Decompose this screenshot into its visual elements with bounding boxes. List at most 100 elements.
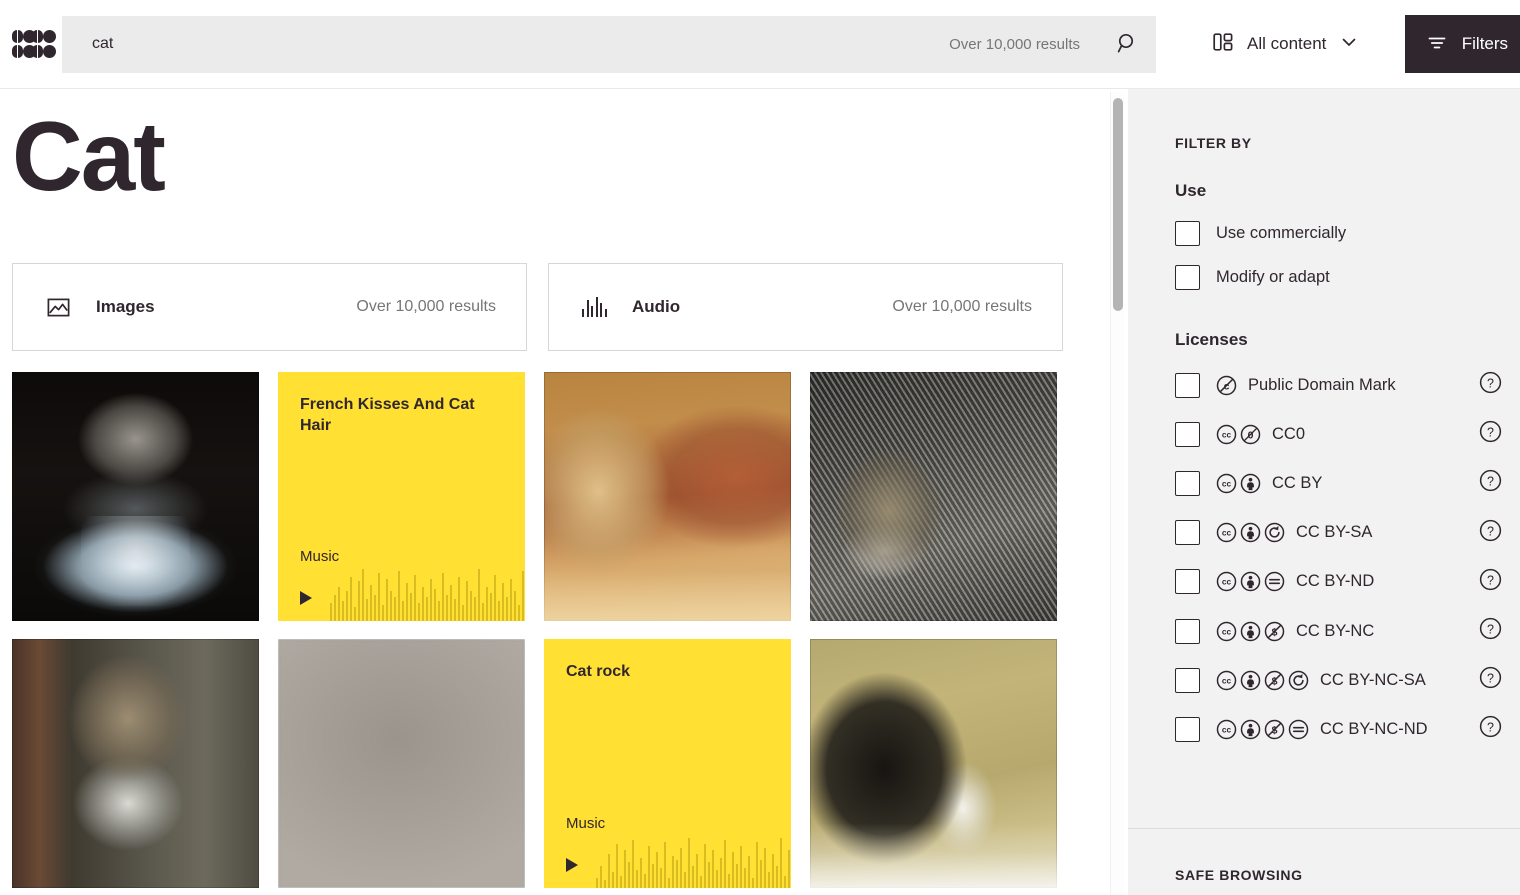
license-name: CC0 — [1272, 424, 1306, 443]
license-help-icon[interactable]: ? — [1479, 715, 1502, 743]
svg-text:cc: cc — [1222, 675, 1232, 685]
license-help-icon[interactable]: ? — [1479, 519, 1502, 547]
license-help-icon[interactable]: ? — [1479, 666, 1502, 694]
chevron-down-icon — [1339, 32, 1359, 57]
results-scrollbar[interactable] — [1110, 92, 1124, 895]
checkbox[interactable] — [1175, 470, 1200, 496]
license-cc-icon: cc — [1216, 522, 1237, 543]
license-badges: cc — [1216, 522, 1285, 543]
license-filter-row[interactable]: c Public Domain Mark? — [1175, 371, 1520, 399]
checkbox[interactable] — [1175, 520, 1200, 546]
svg-text:?: ? — [1487, 721, 1494, 735]
license-filter-row[interactable]: cc 0 CC0? — [1175, 421, 1520, 447]
image-result-card[interactable] — [810, 639, 1057, 888]
license-badges: c — [1216, 375, 1237, 396]
search-results-region: Cat Images Over 10,000 results Audio Ove… — [0, 89, 1108, 895]
license-badges: cc — [1216, 473, 1261, 494]
search-icon — [1116, 32, 1138, 57]
license-by-icon — [1240, 670, 1261, 691]
license-filter-row[interactable]: cc CC BY? — [1175, 470, 1520, 496]
license-help-icon[interactable]: ? — [1479, 469, 1502, 497]
license-nc-icon: $ — [1264, 670, 1285, 691]
license-name: Public Domain Mark — [1248, 375, 1396, 394]
license-name: CC BY-NC — [1296, 621, 1375, 640]
license-badges: cc $ — [1216, 719, 1309, 740]
search-bar: Over 10,000 results — [62, 15, 1156, 73]
license-help-icon[interactable]: ? — [1479, 568, 1502, 596]
license-badges: cc $ — [1216, 621, 1285, 642]
image-result-card[interactable] — [12, 639, 259, 888]
license-filter-row[interactable]: cc $ CC BY-NC-SA? — [1175, 667, 1520, 693]
audio-waveform[interactable] — [596, 826, 791, 888]
content-type-switcher[interactable]: All content — [1204, 14, 1367, 74]
license-sa-icon — [1288, 670, 1309, 691]
image-result-card[interactable] — [544, 372, 791, 621]
audio-title: Cat rock — [566, 663, 631, 680]
image-result-card[interactable] — [12, 372, 259, 621]
audio-waveform[interactable] — [330, 559, 525, 621]
image-result-card[interactable] — [278, 639, 525, 888]
use-filter-row[interactable]: Modify or adapt — [1175, 264, 1495, 290]
audio-result-card[interactable]: Cat rock Music — [544, 639, 791, 888]
license-filter-row[interactable]: cc $ CC BY-NC-ND? — [1175, 716, 1520, 742]
license-badges: cc $ — [1216, 670, 1309, 691]
filters-sidebar: FILTER BY Use Use commercially Modify or … — [1128, 89, 1520, 895]
search-submit-button[interactable] — [1098, 17, 1156, 72]
image-thumbnail — [810, 639, 1057, 888]
checkbox[interactable] — [1175, 220, 1200, 246]
use-filter-row[interactable]: Use commercially — [1175, 220, 1495, 246]
checkbox[interactable] — [1175, 372, 1200, 398]
audio-card-body: Cat rock Music — [544, 639, 791, 888]
filter-by-heading: FILTER BY — [1175, 135, 1252, 151]
svg-text:?: ? — [1487, 622, 1494, 636]
checkbox[interactable] — [1175, 569, 1200, 595]
audio-play-button[interactable] — [300, 591, 312, 605]
licenses-group-title: Licenses — [1175, 330, 1248, 349]
license-help-icon[interactable]: ? — [1479, 420, 1502, 448]
license-name: CC BY-NC-ND — [1320, 719, 1428, 738]
license-badges: cc 0 — [1216, 424, 1261, 445]
audio-summary-card[interactable]: Audio Over 10,000 results — [548, 263, 1063, 351]
license-filter-row[interactable]: cc $ CC BY-NC? — [1175, 617, 1520, 645]
images-summary-count: Over 10,000 results — [356, 298, 496, 315]
openverse-logo-icon — [12, 30, 56, 58]
checkbox[interactable] — [1175, 618, 1200, 644]
image-thumbnail — [12, 372, 259, 621]
checkbox[interactable] — [1175, 421, 1200, 447]
license-cc-icon: cc — [1216, 670, 1237, 691]
image-result-card[interactable] — [810, 372, 1057, 621]
checkbox[interactable] — [1175, 667, 1200, 693]
svg-text:?: ? — [1487, 376, 1494, 390]
license-zero-icon: 0 — [1240, 424, 1261, 445]
svg-text:cc: cc — [1222, 478, 1232, 488]
audio-card-body: French Kisses And Cat Hair Music — [278, 372, 525, 621]
checkbox[interactable] — [1175, 264, 1200, 290]
use-filter-label: Modify or adapt — [1216, 267, 1330, 286]
images-summary-card[interactable]: Images Over 10,000 results — [12, 263, 527, 351]
license-filter-row[interactable]: cc CC BY-ND? — [1175, 568, 1520, 596]
openverse-logo[interactable] — [0, 0, 62, 88]
audio-waveform-icon — [582, 297, 608, 317]
audio-result-card[interactable]: French Kisses And Cat Hair Music — [278, 372, 525, 621]
checkbox[interactable] — [1175, 716, 1200, 742]
content-type-icon — [1212, 31, 1234, 58]
svg-text:0: 0 — [1248, 429, 1254, 441]
license-cc-icon: cc — [1216, 473, 1237, 494]
license-filter-row[interactable]: cc CC BY-SA? — [1175, 519, 1520, 547]
license-nd-icon — [1264, 571, 1285, 592]
svg-text:?: ? — [1487, 573, 1494, 587]
audio-summary-label: Audio — [632, 297, 681, 316]
license-nd-icon — [1288, 719, 1309, 740]
license-help-icon[interactable]: ? — [1479, 371, 1502, 399]
results-scrollbar-thumb[interactable] — [1113, 98, 1123, 311]
license-name: CC BY-NC-SA — [1320, 670, 1426, 689]
image-icon — [46, 295, 72, 320]
app-header: Over 10,000 results All content — [0, 0, 1520, 89]
license-nc-icon: $ — [1264, 621, 1285, 642]
svg-text:?: ? — [1487, 671, 1494, 685]
svg-text:cc: cc — [1222, 724, 1232, 734]
audio-play-button[interactable] — [566, 858, 578, 872]
search-input[interactable] — [62, 16, 950, 72]
license-help-icon[interactable]: ? — [1479, 617, 1502, 645]
filters-button[interactable]: Filters — [1405, 15, 1520, 73]
